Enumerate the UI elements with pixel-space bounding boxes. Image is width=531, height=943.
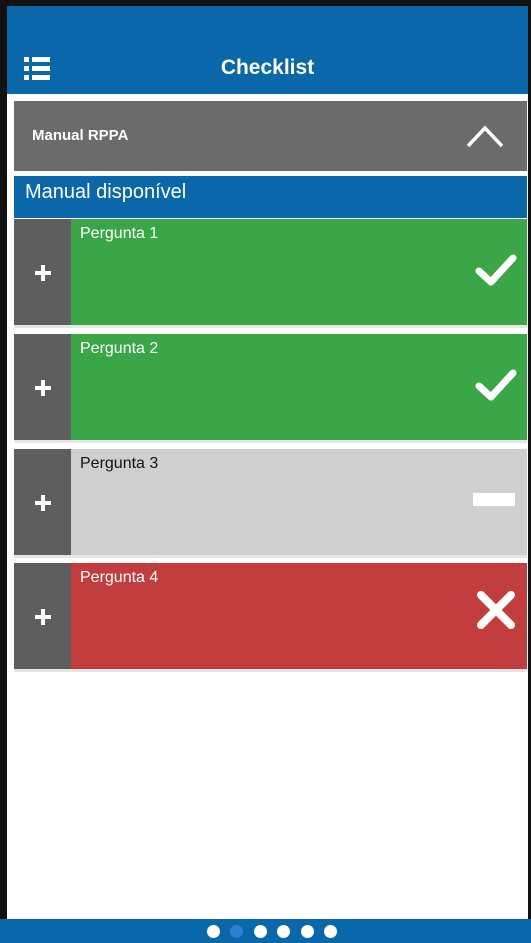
question-card: Pergunta 1 xyxy=(14,219,527,328)
pagination-dots xyxy=(207,925,343,939)
question-label: Pergunta 3 xyxy=(80,455,159,472)
page-dot[interactable] xyxy=(207,925,220,938)
close-icon xyxy=(477,591,515,629)
question-label: Pergunta 4 xyxy=(80,569,159,586)
minus-icon xyxy=(473,493,515,506)
question-card: Pergunta 4 xyxy=(14,563,527,672)
plus-icon xyxy=(35,265,51,281)
page-dot-active[interactable] xyxy=(230,925,244,938)
page-dot[interactable] xyxy=(300,925,314,938)
plus-icon xyxy=(35,380,51,396)
check-icon xyxy=(475,254,517,286)
pagination-bar xyxy=(0,919,531,943)
expand-button[interactable] xyxy=(14,563,71,669)
question-body[interactable]: Pergunta 1 xyxy=(71,219,527,325)
question-body[interactable]: Pergunta 2 xyxy=(71,334,527,440)
expand-button[interactable] xyxy=(14,449,71,555)
question-label: Pergunta 2 xyxy=(80,340,159,357)
page-dot[interactable] xyxy=(253,925,267,938)
check-icon xyxy=(475,369,517,401)
plus-icon xyxy=(35,495,51,511)
app-header: Checklist xyxy=(7,6,528,94)
question-card: Pergunta 3 xyxy=(14,449,527,558)
expand-button[interactable] xyxy=(14,219,71,325)
question-body[interactable]: Pergunta 3 xyxy=(71,449,527,555)
expand-button[interactable] xyxy=(14,334,71,440)
page-dot[interactable] xyxy=(324,925,338,938)
question-label: Pergunta 1 xyxy=(80,225,159,242)
plus-icon xyxy=(35,609,51,625)
page-dot[interactable] xyxy=(277,925,291,938)
page-title: Checklist xyxy=(220,56,315,79)
manual-available-banner: Manual disponível xyxy=(14,176,527,218)
chevron-up-icon[interactable] xyxy=(465,123,505,149)
question-body[interactable]: Pergunta 4 xyxy=(71,563,527,669)
section-title: Manual RPPA xyxy=(32,127,129,144)
question-card: Pergunta 2 xyxy=(14,334,527,443)
manual-available-label: Manual disponível xyxy=(25,181,187,203)
section-header-manual[interactable]: Manual RPPA xyxy=(14,101,527,171)
